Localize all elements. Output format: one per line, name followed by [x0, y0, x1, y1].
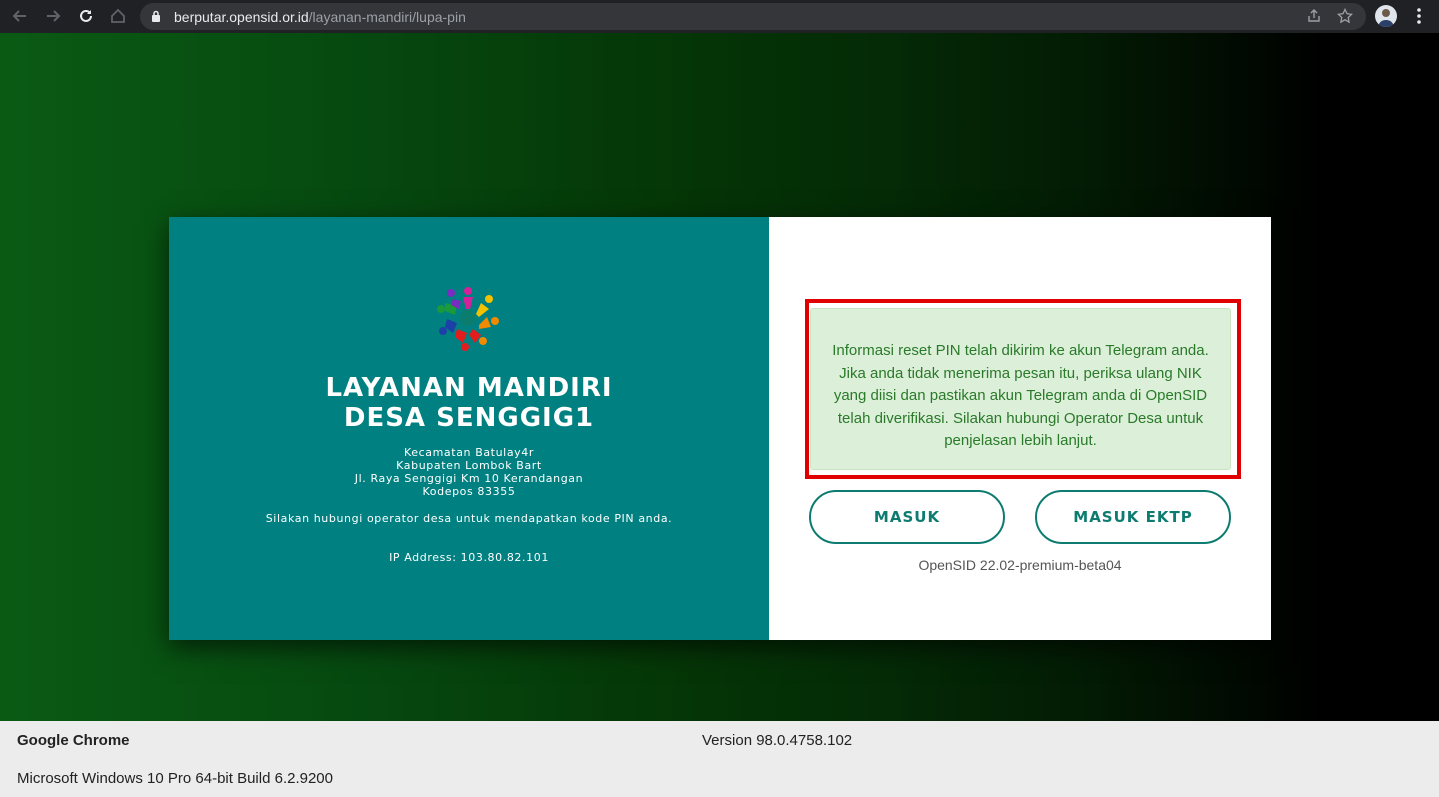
page-background: LAYANAN MANDIRI DESA SENGGIG1 Kecamatan …	[0, 33, 1439, 721]
address-line: Kabupaten Lombok Bart	[396, 459, 542, 472]
pin-contact-note: Silakan hubungi operator desa untuk mend…	[265, 512, 673, 525]
reload-icon[interactable]	[75, 5, 97, 27]
village-address: Kecamatan Batulay4r Kabupaten Lombok Bar…	[169, 446, 769, 498]
home-icon[interactable]	[107, 5, 129, 27]
address-bar[interactable]: berputar.opensid.or.id/layanan-mandiri/l…	[140, 3, 1366, 30]
os-info: Microsoft Windows 10 Pro 64-bit Build 6.…	[17, 770, 333, 787]
ip-address: IP Address: 103.80.82.101	[389, 551, 549, 564]
address-line: Jl. Raya Senggigi Km 10 Kerandangan	[354, 472, 584, 485]
address-line: Kecamatan Batulay4r	[404, 446, 534, 459]
village-logo	[435, 285, 501, 351]
title-line-1: LAYANAN MANDIRI	[325, 373, 613, 403]
share-icon[interactable]	[1306, 8, 1322, 29]
address-line: Kodepos 83355	[422, 485, 516, 498]
masuk-button[interactable]: MASUK	[809, 490, 1005, 544]
kebab-menu-icon[interactable]	[1412, 6, 1426, 31]
avatar[interactable]	[1375, 5, 1397, 27]
title-line-2: DESA SENGGIG1	[343, 403, 595, 433]
url-path: /layanan-mandiri/lupa-pin	[308, 9, 466, 25]
login-card: LAYANAN MANDIRI DESA SENGGIG1 Kecamatan …	[169, 217, 1271, 640]
forward-icon[interactable]	[42, 5, 64, 27]
info-panel: LAYANAN MANDIRI DESA SENGGIG1 Kecamatan …	[169, 217, 769, 640]
back-icon[interactable]	[9, 5, 31, 27]
url-text[interactable]: berputar.opensid.or.id/layanan-mandiri/l…	[174, 9, 466, 25]
browser-name: Google Chrome	[17, 732, 130, 749]
masuk-ektp-button[interactable]: MASUK EKTP	[1035, 490, 1231, 544]
page-title: LAYANAN MANDIRI DESA SENGGIG1	[169, 373, 769, 433]
system-info-footer: Google Chrome Version 98.0.4758.102 Micr…	[0, 721, 1439, 797]
lock-icon[interactable]	[151, 10, 161, 28]
star-icon[interactable]	[1336, 7, 1354, 29]
app-version: OpenSID 22.02-premium-beta04	[918, 557, 1122, 573]
success-alert: Informasi reset PIN telah dikirim ke aku…	[810, 308, 1231, 470]
action-panel: Informasi reset PIN telah dikirim ke aku…	[769, 217, 1271, 640]
browser-version: Version 98.0.4758.102	[702, 732, 853, 749]
browser-toolbar: berputar.opensid.or.id/layanan-mandiri/l…	[0, 0, 1439, 33]
url-domain: berputar.opensid.or.id	[174, 9, 309, 25]
